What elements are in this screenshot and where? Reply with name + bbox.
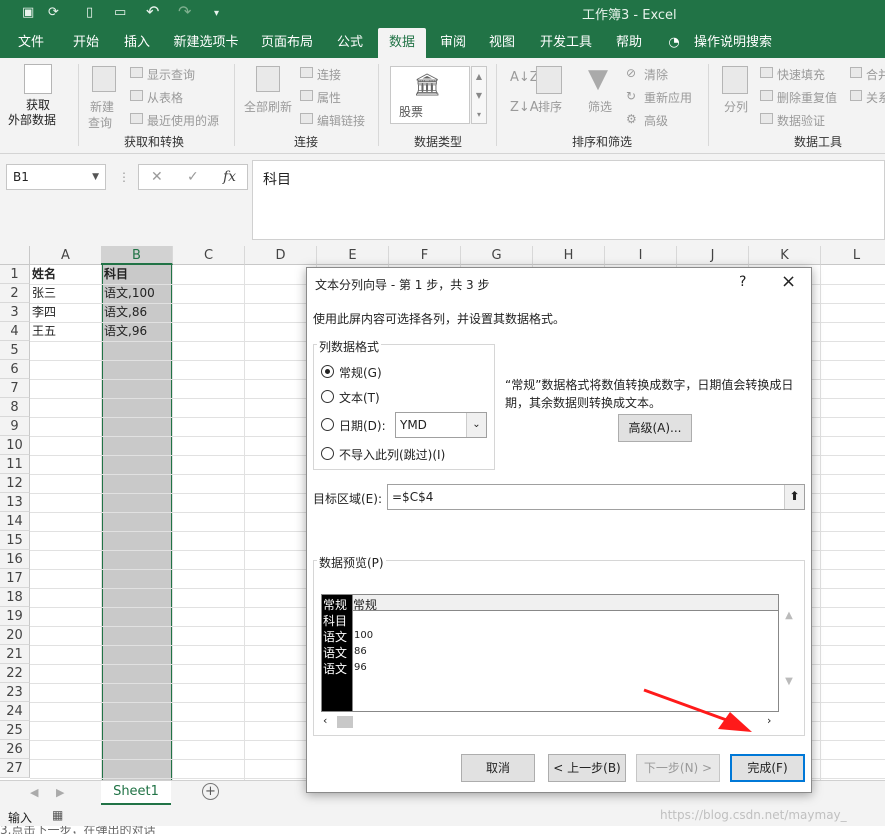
annotation-arrow <box>643 688 752 732</box>
